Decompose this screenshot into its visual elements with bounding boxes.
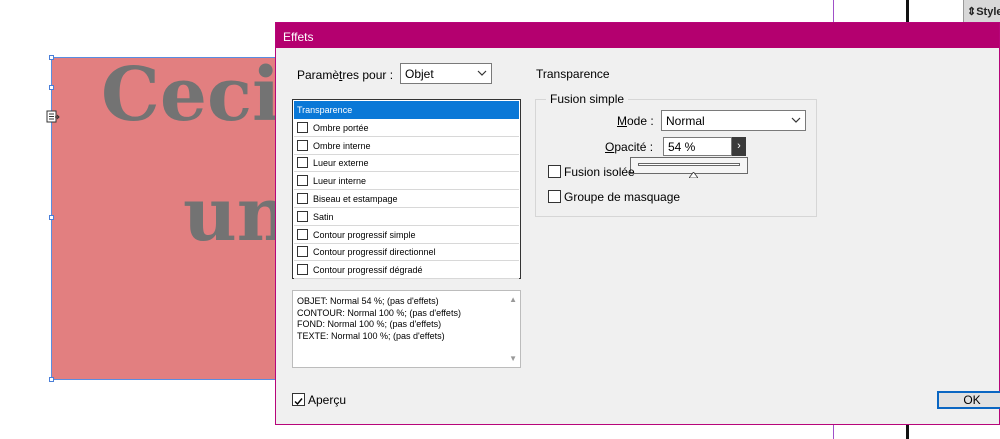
effects-summary: OBJET: Normal 54 %; (pas d'effets) CONTO…: [292, 290, 521, 368]
opacity-input[interactable]: 54 %: [663, 137, 732, 156]
effect-list-item[interactable]: Ombre interne: [294, 137, 519, 155]
settings-for-value: Objet: [405, 67, 434, 81]
effect-label: Contour progressif simple: [313, 229, 416, 240]
summary-line: FOND: Normal 100 %; (pas d'effets): [297, 319, 442, 329]
effect-label: Contour progressif directionnel: [313, 247, 436, 258]
isolate-blending-label: Fusion isolée: [564, 165, 635, 179]
isolate-blending-checkbox[interactable]: [548, 165, 561, 178]
resize-handle[interactable]: [49, 377, 54, 382]
summary-line: CONTOUR: Normal 100 %; (pas d'effets): [297, 307, 461, 318]
effect-list-item[interactable]: Ombre portée: [294, 119, 519, 137]
preview-checkbox[interactable]: [292, 393, 305, 406]
resize-handle[interactable]: [49, 215, 54, 220]
effect-checkbox[interactable]: [297, 121, 308, 133]
mode-value: Normal: [666, 114, 705, 128]
scroll-up-icon[interactable]: ▲: [509, 294, 517, 306]
settings-for-dropdown[interactable]: Objet: [400, 63, 492, 84]
effect-label: Biseau et estampage: [313, 194, 398, 204]
knockout-group-label: Groupe de masquage: [564, 190, 681, 204]
opacity-label: Opacité :: [605, 140, 654, 154]
ok-button[interactable]: OK: [937, 391, 1000, 409]
effect-list-item[interactable]: Lueur interne: [294, 172, 519, 191]
text-thread-icon[interactable]: [46, 110, 60, 129]
section-title: Transparence: [536, 67, 610, 81]
effect-list-item[interactable]: Contour progressif directionnel: [294, 243, 519, 262]
resize-handle[interactable]: [49, 55, 54, 60]
effect-checkbox[interactable]: [297, 157, 308, 169]
effect-list-item[interactable]: Transparence: [294, 101, 519, 119]
preview-label: Aperçu: [308, 393, 347, 407]
effect-checkbox[interactable]: [297, 193, 308, 204]
checkmark-icon: [294, 398, 303, 406]
frame-selection-border: [51, 57, 303, 380]
page-guide-line: [833, 0, 834, 22]
knockout-group-checkbox[interactable]: [548, 190, 561, 203]
resize-handle[interactable]: [49, 85, 54, 90]
page-edge-line: [906, 425, 909, 439]
chevron-down-icon: [791, 114, 801, 128]
chevron-updown-icon: ⇕: [967, 6, 977, 18]
styles-panel-tab[interactable]: ⇕Style: [963, 0, 1000, 22]
chevron-right-icon[interactable]: ›: [732, 137, 746, 156]
effect-label: Lueur interne: [313, 176, 367, 187]
blending-group-title: Fusion simple: [546, 92, 629, 106]
effect-label: Ombre interne: [313, 140, 371, 151]
effect-label: Lueur externe: [313, 158, 369, 169]
page-guide-line: [833, 425, 834, 439]
effect-label: Satin: [313, 211, 334, 222]
mode-label: Mode :: [617, 114, 654, 128]
opacity-slider-popup[interactable]: [630, 157, 748, 179]
effect-checkbox[interactable]: [297, 228, 308, 240]
effect-list-item[interactable]: Contour progressif dégradé: [294, 261, 519, 280]
settings-for-label: Paramètres pour :: [297, 68, 394, 82]
effect-checkbox[interactable]: [297, 210, 308, 222]
chevron-down-icon: [477, 67, 487, 81]
effect-label: Ombre portée: [313, 122, 369, 133]
styles-panel-label: Style: [976, 6, 1000, 18]
mode-dropdown[interactable]: Normal: [661, 110, 806, 131]
effects-dialog: Effets Paramètres pour : Objet Transpare…: [275, 22, 1000, 425]
effect-list-item[interactable]: Biseau et estampage: [294, 190, 519, 208]
dialog-title[interactable]: Effets: [276, 23, 999, 48]
effect-list-item[interactable]: Contour progressif simple: [294, 226, 519, 244]
effect-checkbox[interactable]: [297, 246, 308, 258]
effect-label: Transparence: [297, 105, 353, 115]
page-edge-line: [906, 0, 909, 22]
effect-checkbox[interactable]: [297, 175, 308, 187]
effect-list-item[interactable]: Satin: [294, 208, 519, 226]
effect-checkbox[interactable]: [297, 264, 308, 276]
scroll-down-icon[interactable]: ▼: [509, 353, 517, 365]
effects-list: Transparence Ombre portée Ombre interne Lue…: [292, 99, 521, 280]
summary-line: TEXTE: Normal 100 %; (pas d'effets): [297, 330, 445, 341]
effect-checkbox[interactable]: [297, 139, 308, 151]
effect-list-item[interactable]: Lueur externe: [294, 154, 519, 173]
summary-line: OBJET: Normal 54 %; (pas d'effets): [297, 296, 439, 306]
opacity-slider-thumb[interactable]: [687, 165, 699, 183]
effect-label: Contour progressif dégradé: [313, 265, 423, 276]
